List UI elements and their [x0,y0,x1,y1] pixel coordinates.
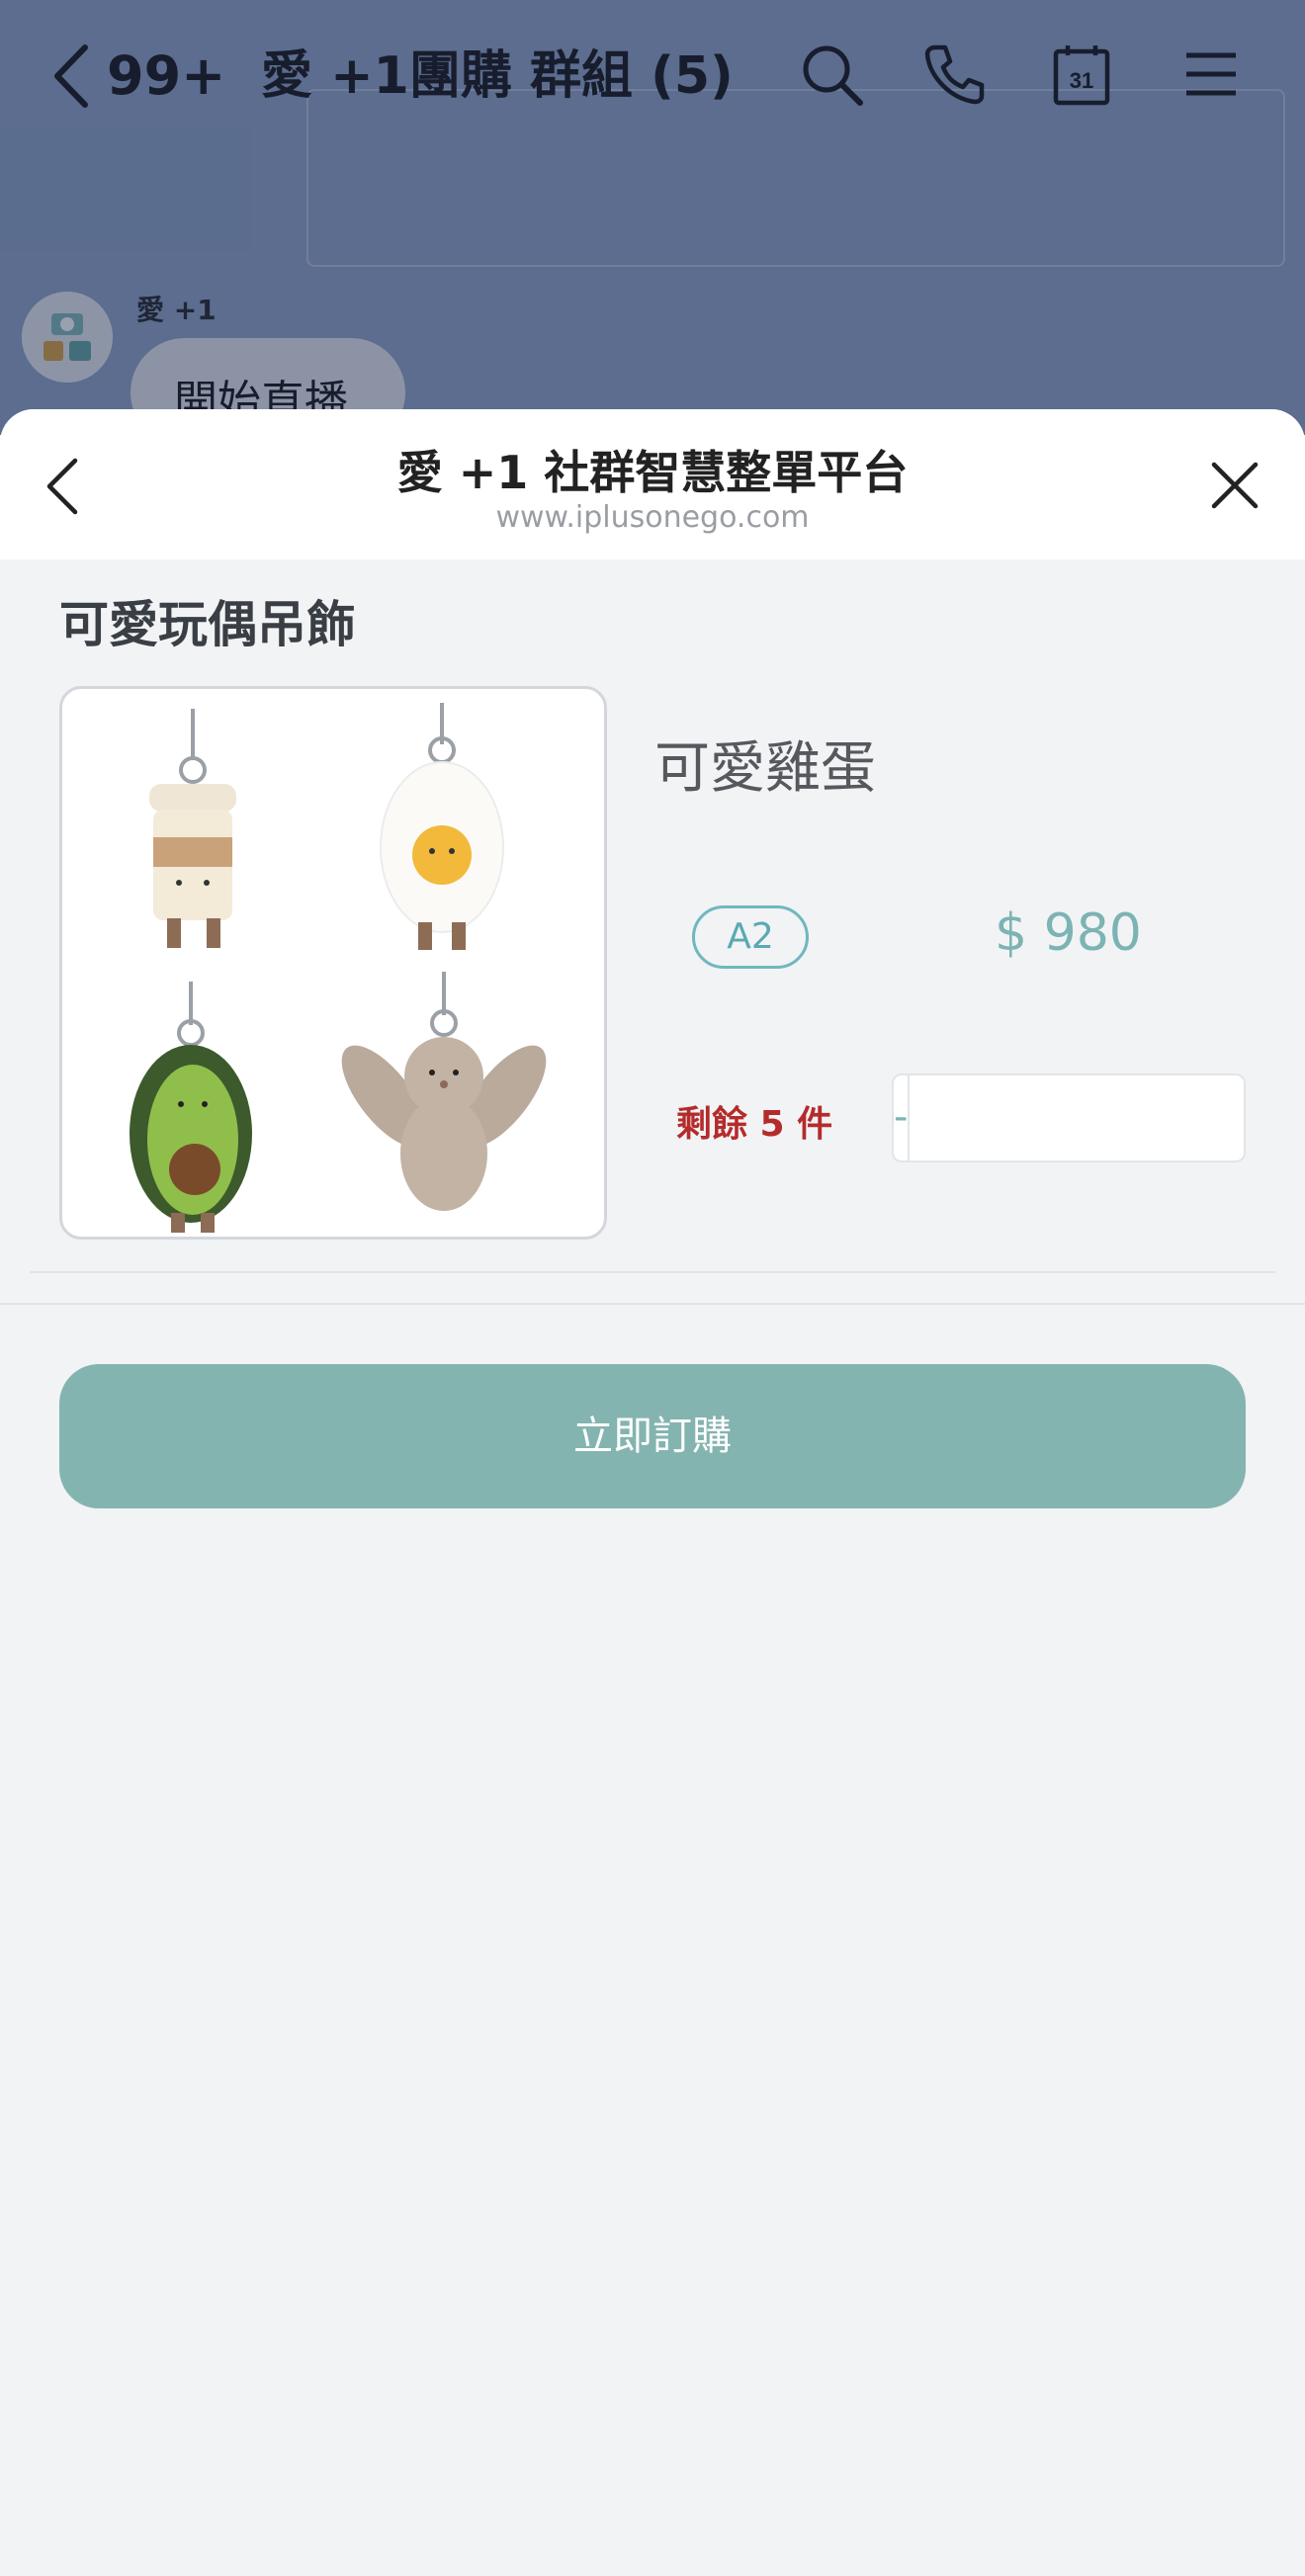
variant-name: 可愛雞蛋 [654,736,876,801]
quantity-stepper: - + [892,1073,1305,1162]
plush-keychains-image [130,703,547,1233]
product-image[interactable] [59,686,607,1240]
divider [0,1303,1305,1305]
decrement-button[interactable]: - [894,1075,911,1160]
sheet-title: 愛 +1 社群智慧整單平台 [396,446,909,499]
coffee-cup-plush-icon [149,709,236,948]
close-icon[interactable] [1208,459,1262,512]
sheet-header: 愛 +1 社群智慧整單平台 www.iplusonego.com [0,409,1305,559]
quantity-input[interactable] [910,1075,1305,1160]
bunny-plush-icon [341,972,547,1211]
sheet-url: www.iplusonego.com [495,500,810,535]
egg-plush-icon [380,703,504,950]
app-root: 99+ 愛 +1團購 群組 (5) 31 愛 +1 開始直播 愛 +1 社群智慧… [0,0,1305,2576]
divider [30,1271,1275,1273]
order-now-button[interactable]: 立即訂購 [59,1364,1246,1508]
overlay-dim[interactable] [0,0,1305,435]
avocado-plush-icon [130,982,252,1233]
product-title: 可愛玩偶吊飾 [59,596,356,653]
stock-remaining: 剩餘 5 件 [676,1104,833,1145]
product-code-badge: A2 [692,905,809,969]
product-price: $ 980 [995,903,1142,963]
order-sheet: 愛 +1 社群智慧整單平台 www.iplusonego.com 可愛玩偶吊飾 [0,409,1305,2576]
